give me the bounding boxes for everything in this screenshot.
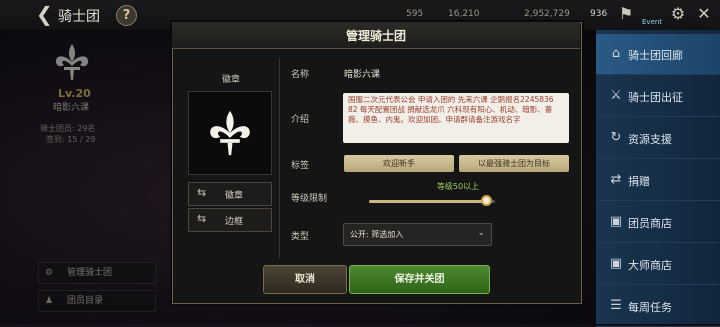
refresh-icon: ↻ <box>610 130 622 145</box>
frame-button[interactable]: ⇆ 边框 <box>188 208 272 232</box>
currency-3: 2,952,729 <box>524 9 570 19</box>
page-title: 骑士团 <box>58 9 100 25</box>
home-icon: ⌂ <box>611 46 621 61</box>
emblem-label: 徽章 <box>221 75 240 85</box>
chevron-down-icon: ⌄ <box>477 228 485 238</box>
shop-icon: ▣ <box>609 214 623 229</box>
tag-strongest-goal[interactable]: 以最强骑士团为目标 <box>459 155 569 172</box>
intro-textarea[interactable]: 国服二次元代表公会 申请入团的 先来六课 企鹅报名2245836 82 每天配置… <box>343 93 569 143</box>
save-and-close-button[interactable]: 保存并关团 <box>349 265 490 294</box>
level-slider-handle[interactable] <box>481 195 492 206</box>
help-button[interactable]: ? <box>116 5 137 26</box>
back-arrow-icon[interactable]: ❮ <box>36 4 53 24</box>
sidebar-item-donate[interactable]: ⇄ 捐赠 <box>596 160 720 201</box>
guild-name-value: 暗影六课 <box>344 70 381 80</box>
chat-icon[interactable]: ⚙ <box>668 4 688 24</box>
shop-icon: ▣ <box>609 256 623 271</box>
dialog-title: 管理骑士团 <box>345 29 406 43</box>
level-limit-value: 等级50以上 <box>436 182 480 191</box>
tag-label: 标签 <box>291 161 310 171</box>
currency-2: 16,210 <box>448 9 480 19</box>
level-slider-fill <box>369 200 486 203</box>
list-icon: ☰ <box>610 298 622 313</box>
sidebar-item-member-shop[interactable]: ▣ 团员商店 <box>596 202 720 243</box>
sidebar-item-expedition[interactable]: ⚔ 骑士团出征 <box>596 76 720 117</box>
swords-icon: ⚔ <box>610 88 622 103</box>
currency-1: 595 <box>406 9 424 19</box>
emblem-preview <box>188 91 272 175</box>
fleur-de-lis-icon <box>210 110 250 156</box>
type-select[interactable]: 公开: 筛选加入 ⌄ <box>343 223 492 246</box>
shuffle-icon: ⇄ <box>610 172 622 187</box>
sidebar-item-master-shop[interactable]: ▣ 大师商店 <box>596 244 720 285</box>
name-label: 名称 <box>291 70 310 80</box>
sidebar-item-weekly[interactable]: ☰ 每周任务 <box>596 286 720 327</box>
cancel-button[interactable]: 取消 <box>263 265 347 294</box>
swap-icon: ⇆ <box>197 212 207 225</box>
divider <box>279 58 280 258</box>
intro-label: 介绍 <box>291 115 310 125</box>
currency-4: 936 <box>590 9 608 19</box>
type-label: 类型 <box>291 232 310 242</box>
sidebar-item-support[interactable]: ↻ 资源支援 <box>596 118 720 159</box>
sidebar-item-hall[interactable]: ⌂ 骑士团回廊 <box>596 34 720 75</box>
level-limit-label: 等级限制 <box>291 194 328 204</box>
guild-bonus-icon[interactable]: ⚑ <box>616 4 636 24</box>
close-icon[interactable]: ✕ <box>694 4 714 24</box>
swap-icon: ⇆ <box>197 186 207 199</box>
event-label[interactable]: Event <box>642 18 662 26</box>
emblem-button[interactable]: ⇆ 徽章 <box>188 182 272 206</box>
tag-newbie-welcome[interactable]: 欢迎新手 <box>344 155 454 172</box>
